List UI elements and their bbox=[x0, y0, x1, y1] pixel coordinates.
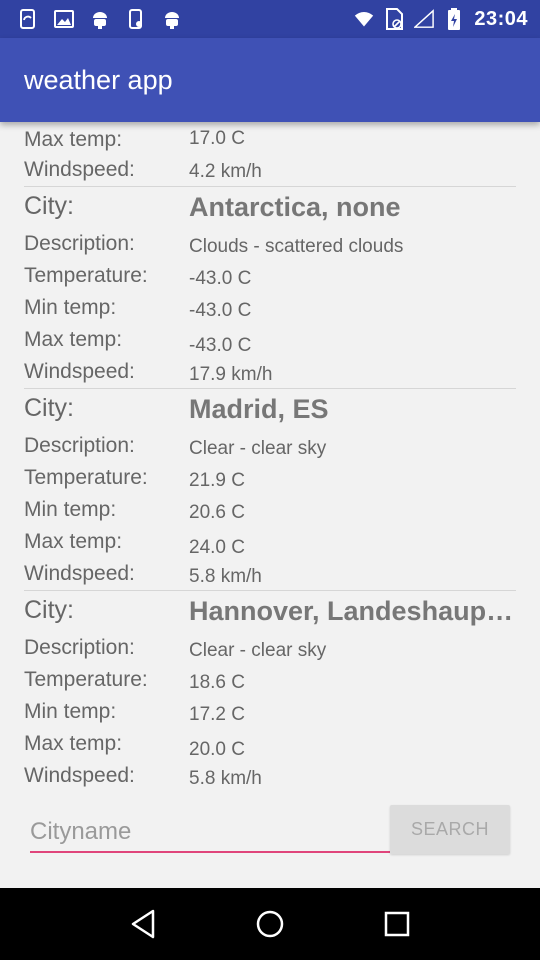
divider bbox=[24, 186, 516, 187]
wifi-icon bbox=[354, 9, 374, 29]
temperature-row: Temperature: 18.6 C bbox=[24, 668, 516, 700]
windspeed-value: 5.8 km/h bbox=[189, 566, 262, 587]
city-row: City: Hannover, Landeshaup… bbox=[24, 596, 516, 628]
temperature-value: 21.9 C bbox=[189, 470, 245, 491]
min-temp-value: 20.6 C bbox=[189, 502, 245, 523]
temperature-row: Temperature: 21.9 C bbox=[24, 466, 516, 498]
max-temp-row: Max temp: -43.0 C bbox=[24, 328, 516, 360]
divider bbox=[24, 590, 516, 591]
windspeed-value: 17.9 km/h bbox=[189, 364, 273, 385]
max-temp-label: Max temp: bbox=[24, 128, 123, 151]
windspeed-value: 4.2 km/h bbox=[189, 161, 262, 182]
description-label: Description: bbox=[24, 636, 135, 659]
system-icons: 23:04 bbox=[354, 8, 528, 31]
max-temp-value: 17.0 C bbox=[189, 128, 245, 149]
max-temp-label: Max temp: bbox=[24, 732, 123, 755]
max-temp-value: 20.0 C bbox=[189, 739, 245, 760]
temperature-label: Temperature: bbox=[24, 466, 148, 489]
temperature-value: -43.0 C bbox=[189, 268, 252, 289]
description-label: Description: bbox=[24, 434, 135, 457]
windspeed-label: Windspeed: bbox=[24, 158, 135, 181]
city-value: Hannover, Landeshaup… bbox=[189, 596, 514, 626]
min-temp-label: Min temp: bbox=[24, 296, 117, 319]
notification-icons bbox=[18, 9, 182, 29]
min-temp-row: Min temp: 20.6 C bbox=[24, 498, 516, 530]
min-temp-label: Min temp: bbox=[24, 498, 117, 521]
recents-icon[interactable] bbox=[377, 904, 417, 944]
min-temp-row: Min temp: -43.0 C bbox=[24, 296, 516, 328]
max-temp-row: Max temp: 24.0 C bbox=[24, 530, 516, 562]
windspeed-row: Windspeed: 5.8 km/h bbox=[24, 764, 516, 796]
divider bbox=[24, 388, 516, 389]
max-temp-row: Max temp: 20.0 C bbox=[24, 732, 516, 764]
battery-icon bbox=[444, 8, 464, 30]
city-label: City: bbox=[24, 192, 74, 220]
windspeed-label: Windspeed: bbox=[24, 360, 135, 383]
sync-icon bbox=[18, 9, 38, 29]
min-temp-value: -43.0 C bbox=[189, 300, 252, 321]
image-icon bbox=[54, 9, 74, 29]
min-temp-label: Min temp: bbox=[24, 700, 117, 723]
description-row: Description: Clear - clear sky bbox=[24, 434, 516, 466]
search-button[interactable]: SEARCH bbox=[390, 805, 510, 854]
temperature-row: Temperature: -43.0 C bbox=[24, 264, 516, 296]
no-sim-icon bbox=[384, 8, 404, 30]
cityname-input[interactable] bbox=[30, 805, 390, 853]
description-value: Clouds - scattered clouds bbox=[189, 236, 404, 257]
temperature-label: Temperature: bbox=[24, 264, 148, 287]
temperature-label: Temperature: bbox=[24, 668, 148, 691]
city-value: Antarctica, none bbox=[189, 192, 401, 222]
description-row: Description: Clear - clear sky bbox=[24, 636, 516, 668]
temperature-value: 18.6 C bbox=[189, 672, 245, 693]
city-label: City: bbox=[24, 596, 74, 624]
list-item: Max temp: 17.0 C bbox=[24, 128, 516, 160]
status-bar: 23:04 bbox=[0, 0, 540, 38]
phone-sync-icon bbox=[126, 9, 146, 29]
min-temp-row: Min temp: 17.2 C bbox=[24, 700, 516, 732]
description-value: Clear - clear sky bbox=[189, 438, 327, 459]
description-value: Clear - clear sky bbox=[189, 640, 327, 661]
app-title: weather app bbox=[24, 64, 173, 95]
max-temp-label: Max temp: bbox=[24, 530, 123, 553]
android-icon bbox=[162, 9, 182, 29]
min-temp-value: 17.2 C bbox=[189, 704, 245, 725]
city-label: City: bbox=[24, 394, 74, 422]
city-row: City: Antarctica, none bbox=[24, 192, 516, 224]
description-row: Description: Clouds - scattered clouds bbox=[24, 232, 516, 264]
windspeed-label: Windspeed: bbox=[24, 764, 135, 787]
city-value: Madrid, ES bbox=[189, 394, 329, 424]
clock: 23:04 bbox=[474, 7, 528, 30]
city-row: City: Madrid, ES bbox=[24, 394, 516, 426]
max-temp-value: -43.0 C bbox=[189, 335, 252, 356]
max-temp-value: 24.0 C bbox=[189, 537, 245, 558]
back-icon[interactable] bbox=[123, 904, 163, 944]
description-label: Description: bbox=[24, 232, 135, 255]
app-bar: weather app bbox=[0, 38, 540, 122]
navigation-bar bbox=[0, 888, 540, 960]
weather-list[interactable]: Max temp: 17.0 C Windspeed: 4.2 km/h Cit… bbox=[0, 122, 540, 888]
max-temp-label: Max temp: bbox=[24, 328, 123, 351]
windspeed-value: 5.8 km/h bbox=[189, 768, 262, 789]
android-icon bbox=[90, 9, 110, 29]
windspeed-label: Windspeed: bbox=[24, 562, 135, 585]
signal-icon bbox=[414, 9, 435, 29]
home-icon[interactable] bbox=[250, 904, 290, 944]
